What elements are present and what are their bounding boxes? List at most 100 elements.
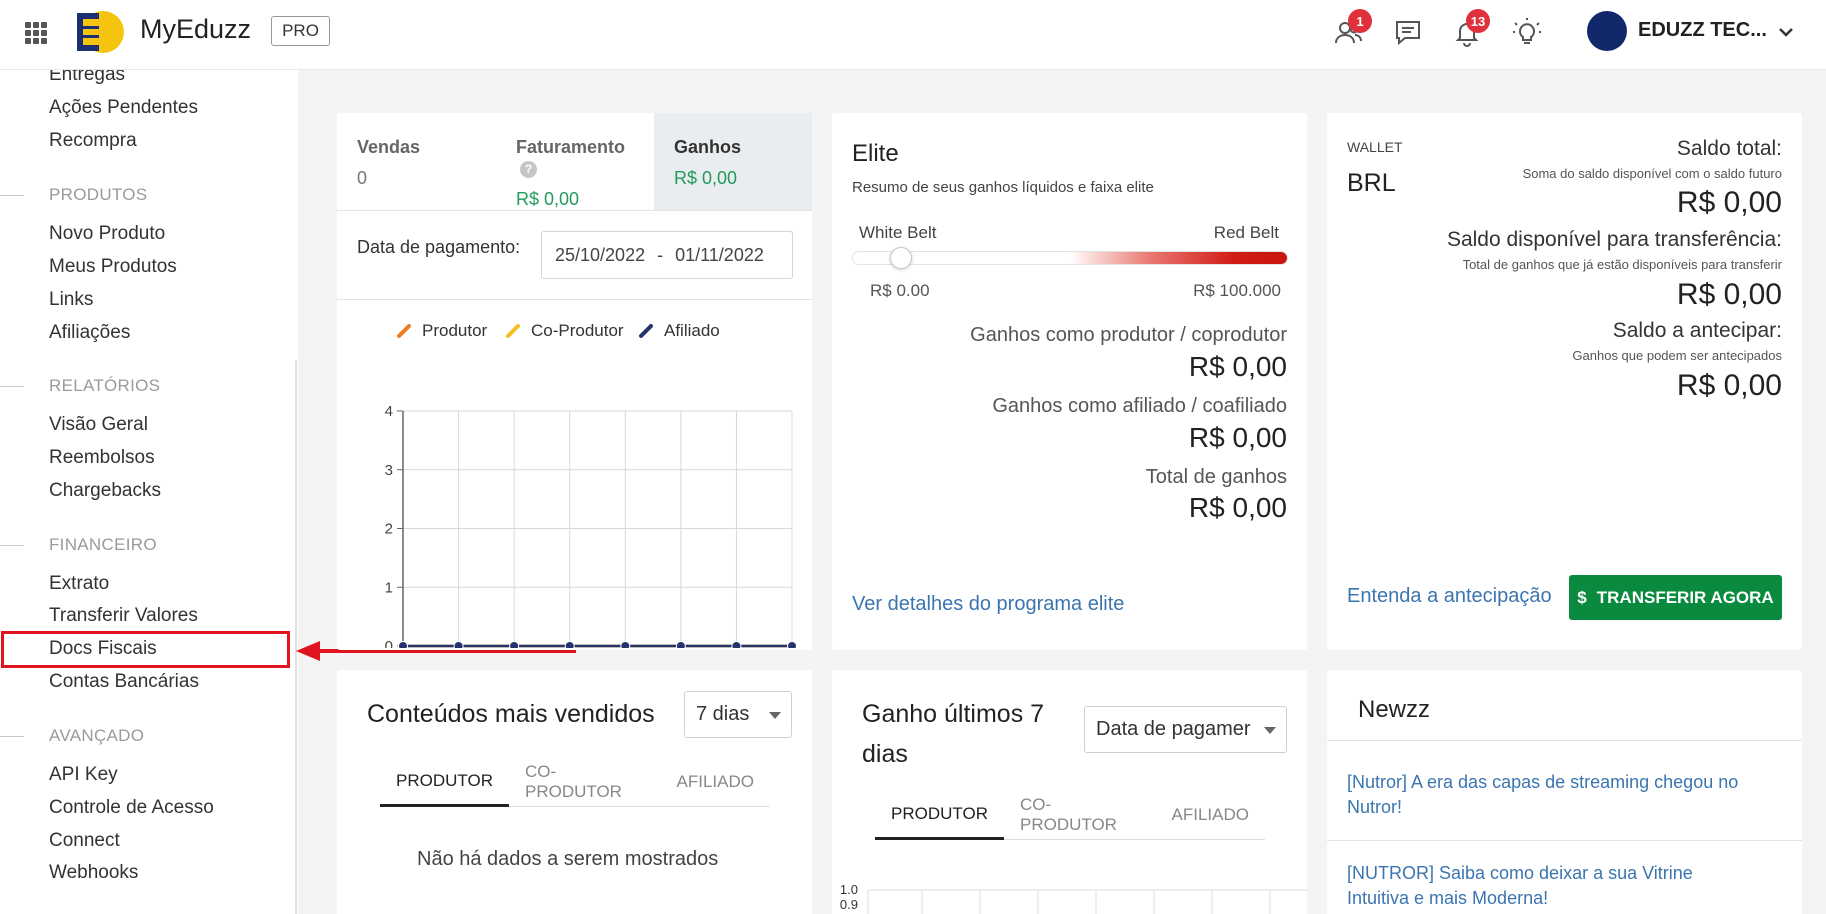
sidebar-item-contas-bancarias[interactable]: Contas Bancárias: [49, 671, 199, 693]
data-point: [731, 641, 742, 648]
tab-afiliado[interactable]: AFILIADO: [1156, 790, 1265, 840]
section-divider: [0, 545, 24, 546]
tab-produtor[interactable]: PRODUTOR: [380, 757, 509, 807]
tab-vendas[interactable]: Vendas 0: [337, 113, 496, 210]
available-balance-title: Saldo disponível para transferência:: [1446, 228, 1782, 251]
date-filter-value: Data de pagamer: [1096, 718, 1251, 740]
top-content-card: Conteúdos mais vendidos 7 dias PRODUTOR …: [337, 670, 812, 914]
gain-producer-label: Ganhos como produtor / coprodutor: [970, 324, 1287, 346]
date-from: 25/10/2022: [555, 244, 646, 265]
tab-produtor[interactable]: PRODUTOR: [875, 790, 1004, 840]
elite-card: Elite Resumo de seus ganhos líquidos e f…: [832, 113, 1307, 650]
legend-co-produtor[interactable]: Co-Produtor: [504, 321, 624, 341]
wallet-currency: BRL: [1347, 169, 1396, 197]
section-divider: [0, 736, 24, 737]
chevron-down-icon[interactable]: [1776, 22, 1796, 42]
highlight-box: [1, 631, 290, 668]
gains-week-title: Ganho últimos 7 dias: [862, 700, 1045, 768]
elite-subtitle: Resumo de seus ganhos líquidos e faixa e…: [852, 179, 1154, 196]
tab-co-produtor[interactable]: CO-PRODUTOR: [1004, 790, 1156, 840]
sidebar-item-meus-produtos[interactable]: Meus Produtos: [49, 256, 177, 278]
legend-swatch: [505, 323, 521, 339]
section-title-avancado: AVANÇADO: [49, 726, 145, 745]
belt-slider-track: [852, 251, 1288, 265]
account-name[interactable]: EDUZZ TEC...: [1638, 19, 1767, 42]
sidebar-item-extrato[interactable]: Extrato: [49, 573, 109, 595]
tab-faturamento[interactable]: Faturamento? R$ 0,00: [496, 113, 655, 210]
legend-swatch: [638, 323, 654, 339]
advance-info-link[interactable]: Entenda a antecipação: [1347, 585, 1552, 608]
caret-down-icon: [1264, 727, 1276, 734]
sidebar-item-chargebacks[interactable]: Chargebacks: [49, 480, 161, 502]
gain-total-label: Total de ganhos: [1145, 466, 1287, 488]
notifications-badge: 13: [1466, 9, 1490, 33]
tab-ganhos[interactable]: Ganhos R$ 0,00: [654, 113, 812, 210]
available-balance-sub: Total de ganhos que já estão disponíveis…: [1462, 257, 1782, 272]
news-divider: [1327, 840, 1802, 841]
date-filter-select[interactable]: Data de pagamer: [1084, 706, 1287, 753]
sidebar-item-afiliacoes[interactable]: Afiliações: [49, 322, 130, 344]
sidebar-item-recompra[interactable]: Recompra: [49, 130, 137, 152]
date-to: 01/11/2022: [675, 244, 764, 265]
belt-max-value: R$ 100.000: [1193, 281, 1281, 300]
date-separator: -: [657, 244, 664, 265]
data-point: [509, 641, 520, 648]
tab-value: R$ 0,00: [674, 168, 738, 188]
total-balance-title: Saldo total:: [1676, 137, 1782, 160]
eduzz-logo[interactable]: [77, 10, 125, 54]
gain-affiliate-value: R$ 0,00: [1188, 422, 1287, 453]
sidebar-item-api-key[interactable]: API Key: [49, 764, 118, 786]
sidebar-item-acoes-pendentes[interactable]: Ações Pendentes: [49, 97, 198, 119]
tab-value: R$ 0,00: [516, 189, 580, 209]
tab-value: 0: [357, 168, 368, 188]
tab-label: Ganhos: [674, 137, 742, 157]
chat-icon[interactable]: [1393, 17, 1423, 47]
belt-slider-handle[interactable]: [890, 247, 912, 269]
data-point: [453, 641, 464, 648]
avatar[interactable]: [1587, 11, 1627, 51]
elite-title: Elite: [852, 140, 899, 167]
data-point: [620, 641, 631, 648]
y-tick-label: 1: [385, 579, 393, 596]
date-range-input[interactable]: 25/10/2022 - 01/11/2022: [541, 231, 793, 279]
sidebar-item-connect[interactable]: Connect: [49, 830, 120, 852]
sidebar-item-webhooks[interactable]: Webhooks: [49, 862, 138, 884]
legend-label: Produtor: [422, 321, 488, 340]
y-tick-label: 2: [385, 521, 393, 538]
section-title-produtos: PRODUTOS: [49, 185, 148, 204]
help-icon[interactable]: ?: [520, 161, 537, 178]
sidebar-scrollbar[interactable]: [295, 360, 297, 914]
tab-co-produtor[interactable]: CO-PRODUTOR: [509, 757, 661, 807]
section-divider: [0, 386, 24, 387]
total-balance-sub: Soma do saldo disponível com o saldo fut…: [1522, 166, 1782, 181]
news-item[interactable]: [Nutror] A era das capas de streaming ch…: [1347, 770, 1747, 820]
sidebar-item-novo-produto[interactable]: Novo Produto: [49, 223, 165, 245]
legend-produtor[interactable]: Produtor: [395, 321, 487, 341]
apps-grid-icon[interactable]: [25, 22, 47, 44]
period-select[interactable]: 7 dias: [684, 691, 792, 738]
transfer-now-button[interactable]: $ TRANSFERIR AGORA: [1569, 575, 1782, 620]
top-content-title: Conteúdos mais vendidos: [367, 700, 655, 728]
sidebar-item-reembolsos[interactable]: Reembolsos: [49, 447, 155, 469]
gains-week-tabs: PRODUTOR CO-PRODUTOR AFILIADO: [875, 790, 1265, 840]
lightbulb-icon[interactable]: [1512, 17, 1542, 47]
sidebar-item-links[interactable]: Links: [49, 289, 93, 311]
sidebar-item-transferir-valores[interactable]: Transferir Valores: [49, 605, 198, 627]
elite-details-link[interactable]: Ver detalhes do programa elite: [852, 593, 1124, 616]
available-balance-value: R$ 0,00: [1676, 278, 1782, 311]
tab-label: Faturamento: [516, 137, 626, 157]
legend-afiliado[interactable]: Afiliado: [637, 321, 720, 341]
sidebar-item-controle-de-acesso[interactable]: Controle de Acesso: [49, 797, 214, 819]
y-tick-label: 4: [385, 403, 393, 420]
tab-afiliado[interactable]: AFILIADO: [661, 757, 770, 807]
sidebar-item-visao-geral[interactable]: Visão Geral: [49, 414, 148, 436]
gains-week-card: Ganho últimos 7 dias Data de pagamer PRO…: [832, 670, 1307, 914]
pro-badge: PRO: [271, 16, 330, 46]
legend-label: Co-Produtor: [531, 321, 624, 340]
period-select-value: 7 dias: [696, 703, 750, 725]
news-item[interactable]: [NUTROR] Saiba como deixar a sua Vitrine…: [1347, 861, 1747, 911]
sidebar: Entregas Ações Pendentes Recompra PRODUT…: [0, 64, 298, 914]
gain-total-value: R$ 0,00: [1188, 492, 1287, 523]
news-card: Newzz [Nutror] A era das capas de stream…: [1327, 670, 1802, 914]
y-tick-label: 0.9: [840, 897, 858, 912]
